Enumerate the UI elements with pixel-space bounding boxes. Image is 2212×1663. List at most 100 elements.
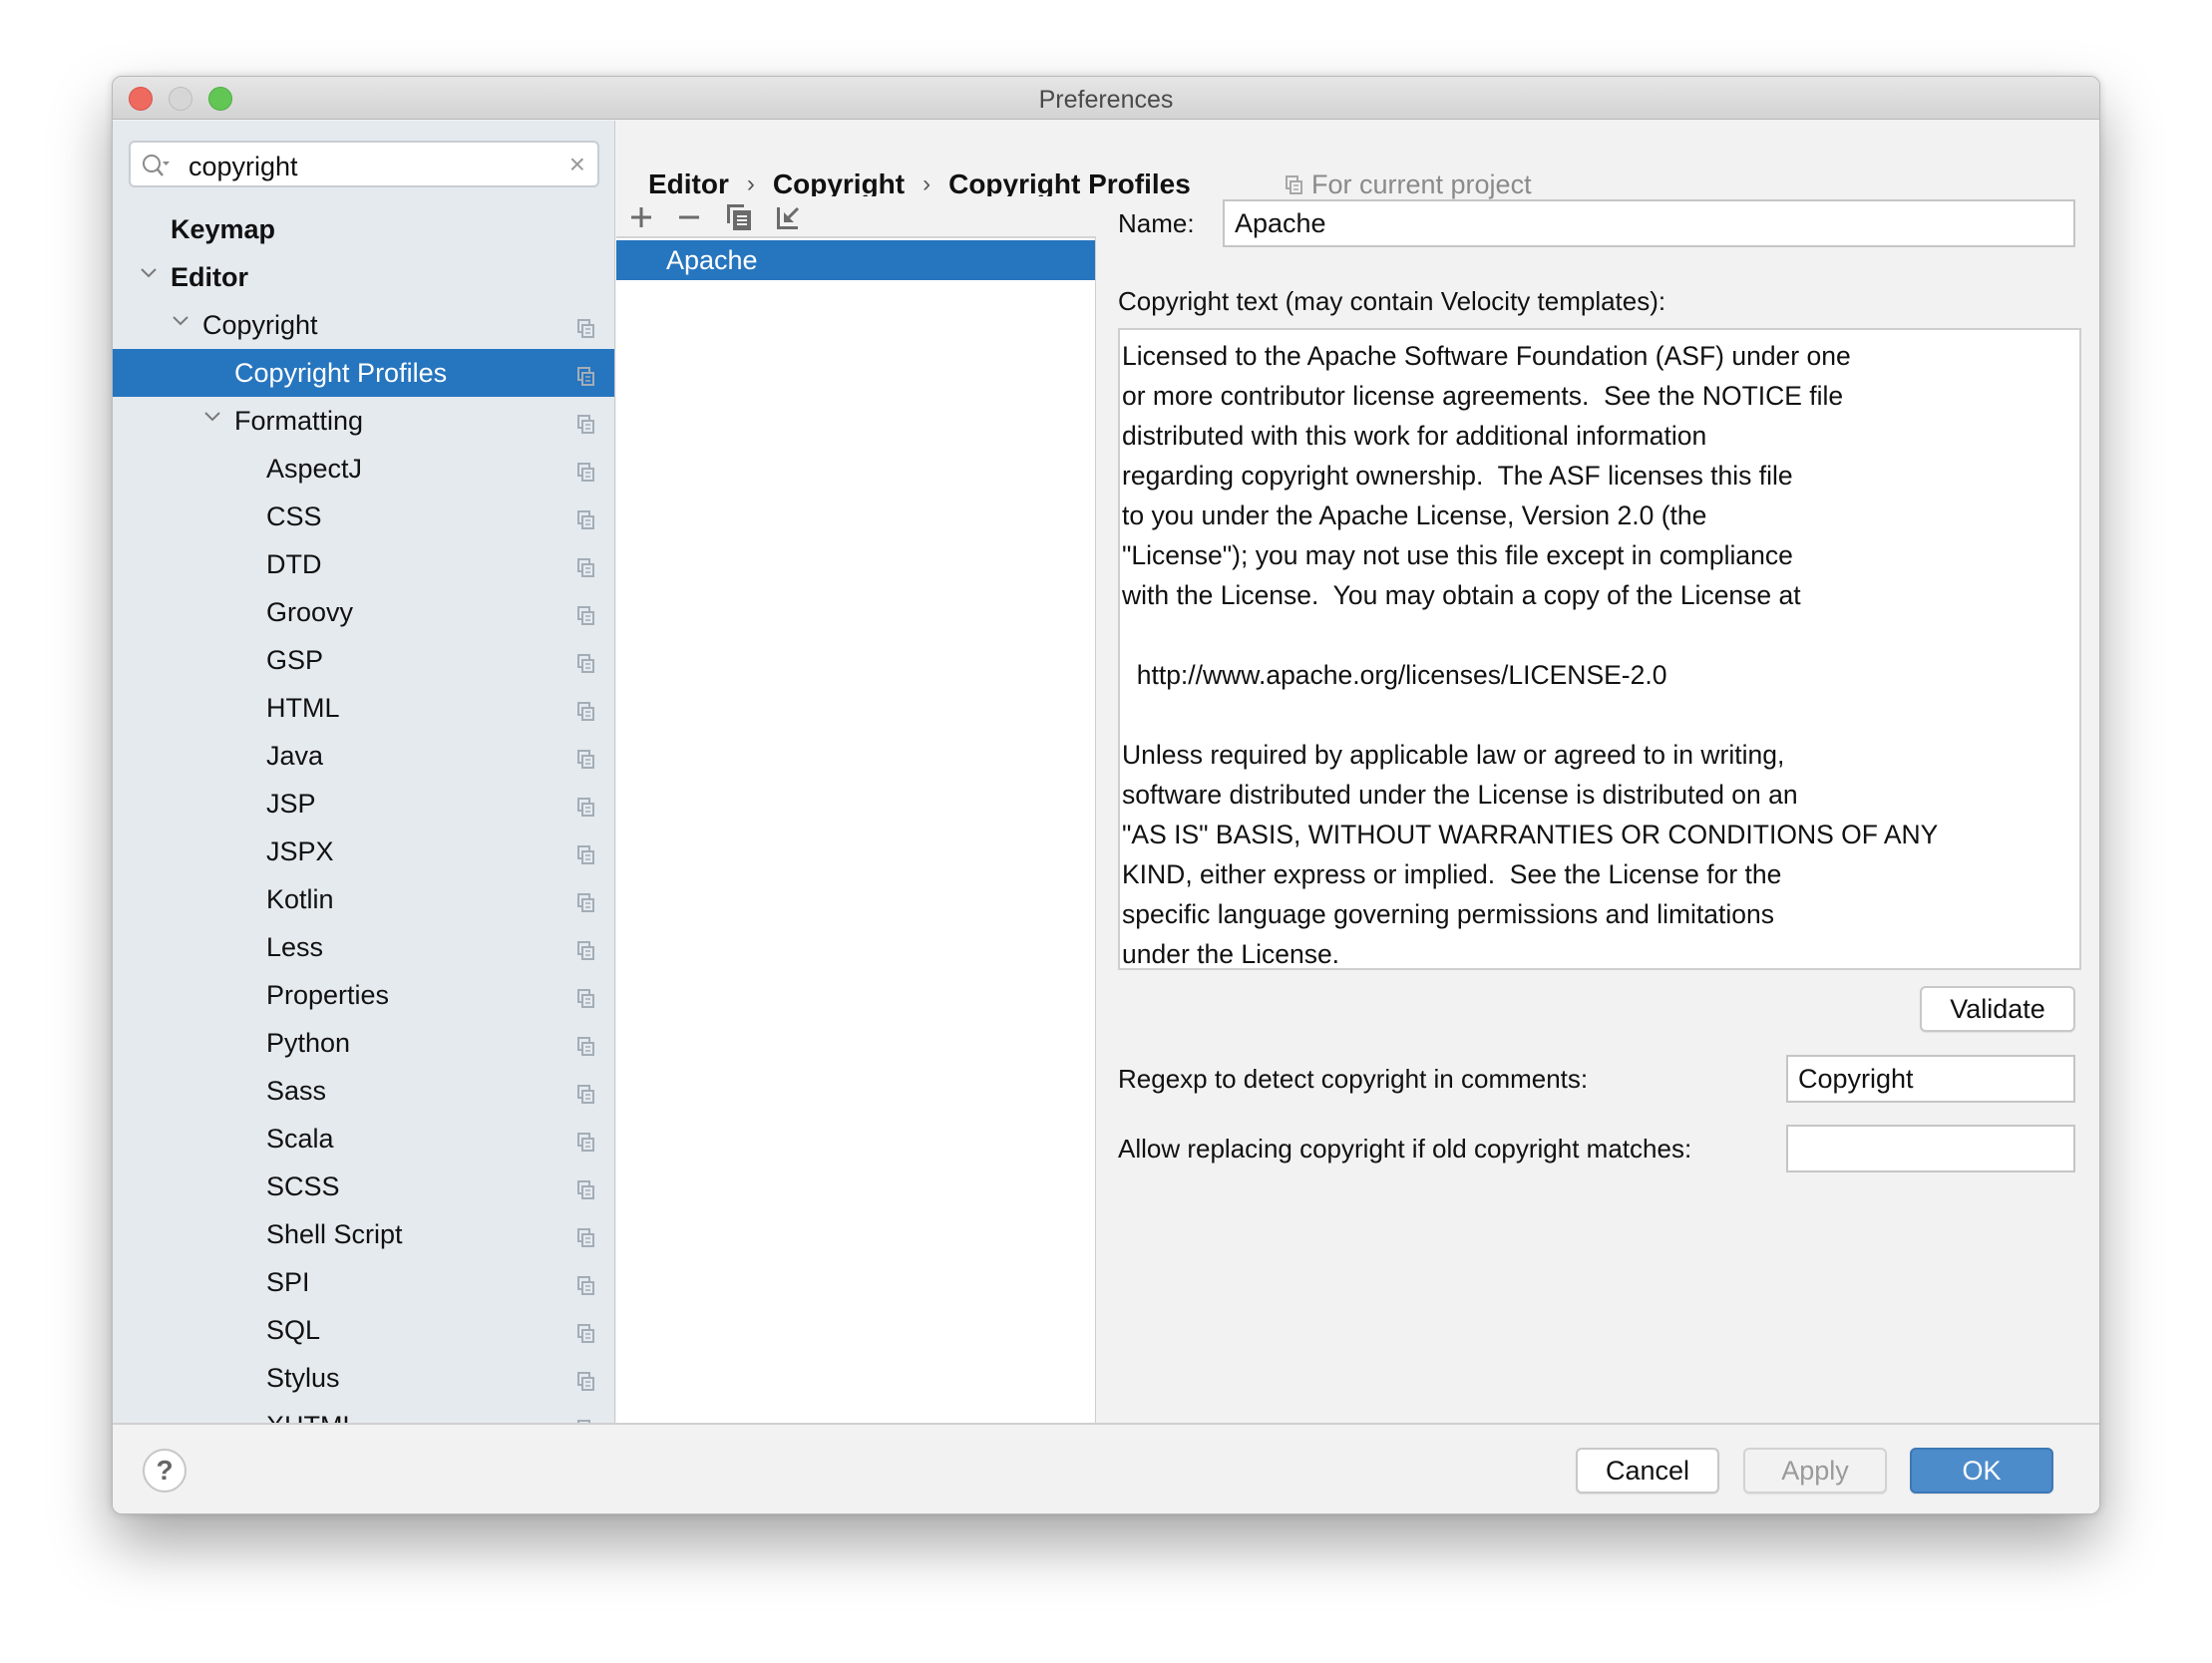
sidebar-item-label: Less: [266, 931, 324, 962]
remove-icon: [679, 215, 699, 219]
sidebar-item-label: AspectJ: [266, 453, 363, 484]
sidebar-item-label: Kotlin: [266, 883, 334, 914]
chevron-down-icon[interactable]: [139, 263, 159, 283]
sidebar-item-less[interactable]: Less: [113, 923, 614, 971]
sidebar-item-label: Sass: [266, 1075, 327, 1106]
add-profile-button[interactable]: [626, 202, 656, 232]
project-scope-icon: [577, 554, 595, 577]
regexp-input[interactable]: Copyright: [1786, 1055, 2075, 1103]
sidebar-item-shell-script[interactable]: Shell Script: [113, 1210, 614, 1258]
sidebar-item-formatting[interactable]: Formatting: [113, 397, 614, 445]
apply-button[interactable]: Apply: [1743, 1448, 1887, 1494]
search-icon[interactable]: [141, 153, 171, 178]
chevron-down-icon[interactable]: [202, 407, 222, 427]
profile-name-value: Apache: [1235, 207, 1326, 238]
dialog-footer: ? Cancel Apply OK: [113, 1423, 2099, 1513]
sidebar-item-label: Copyright: [202, 309, 318, 340]
project-scope-icon: [577, 459, 595, 482]
project-scope-icon: [577, 1081, 595, 1104]
copyright-text-label: Copyright text (may contain Velocity tem…: [1118, 286, 1666, 316]
settings-search-input[interactable]: copyright ×: [129, 141, 599, 187]
sidebar-item-dtd[interactable]: DTD: [113, 540, 614, 588]
sidebar-item-aspectj[interactable]: AspectJ: [113, 445, 614, 493]
project-scope-icon: [577, 889, 595, 912]
sidebar-item-jsp[interactable]: JSP: [113, 780, 614, 828]
profile-name-input[interactable]: Apache: [1223, 199, 2075, 247]
settings-tree: Keymap Editor Copyright Copyright Profiles F…: [113, 205, 614, 1424]
sidebar-item-spi[interactable]: SPI: [113, 1258, 614, 1306]
sidebar-item-label: Groovy: [266, 596, 354, 627]
sidebar-item-scala[interactable]: Scala: [113, 1115, 614, 1163]
sidebar-item-label: SPI: [266, 1266, 310, 1297]
import-icon: [777, 206, 800, 229]
sidebar-item-label: JSPX: [266, 835, 334, 866]
scope-hint-text: For current project: [1311, 169, 1532, 199]
project-scope-icon: [577, 1368, 595, 1391]
regexp-value: Copyright: [1798, 1063, 1914, 1094]
sidebar-item-label: GSP: [266, 644, 324, 675]
project-scope-icon: [577, 794, 595, 817]
regexp-label: Regexp to detect copyright in comments:: [1118, 1064, 1589, 1094]
sidebar-item-copyright-profiles[interactable]: Copyright Profiles: [113, 349, 614, 397]
sidebar-item-label: DTD: [266, 548, 322, 579]
project-scope-icon: [577, 602, 595, 625]
sidebar-item-keymap[interactable]: Keymap: [113, 205, 614, 253]
chevron-right-icon: ›: [746, 170, 755, 197]
sidebar-item-jspx[interactable]: JSPX: [113, 828, 614, 875]
profile-list-item[interactable]: Apache: [616, 240, 1095, 280]
sidebar-item-label: HTML: [266, 692, 340, 723]
help-button[interactable]: ?: [143, 1449, 186, 1493]
preferences-window: Preferences copyright × Keymap Editor Copy…: [112, 76, 2100, 1514]
sidebar-item-css[interactable]: CSS: [113, 493, 614, 540]
project-scope-icon: [577, 363, 595, 386]
copyright-text-area[interactable]: Licensed to the Apache Software Foundati…: [1118, 328, 2081, 970]
add-icon: [631, 207, 651, 227]
sidebar-item-properties[interactable]: Properties: [113, 971, 614, 1019]
project-scope-icon: [577, 698, 595, 721]
sidebar-item-copyright[interactable]: Copyright: [113, 301, 614, 349]
project-scope-icon: [577, 650, 595, 673]
project-scope-icon: [577, 1033, 595, 1056]
sidebar-item-label: SQL: [266, 1314, 321, 1345]
sidebar-item-label: Stylus: [266, 1362, 340, 1393]
sidebar-item-label: XHTML: [266, 1411, 358, 1424]
sidebar-item-java[interactable]: Java: [113, 732, 614, 780]
sidebar-item-sql[interactable]: SQL: [113, 1306, 614, 1354]
window-title: Preferences: [1038, 86, 1174, 114]
chevron-right-icon: ›: [922, 170, 931, 197]
sidebar-item-label: SCSS: [266, 1170, 340, 1201]
sidebar-item-label: Copyright Profiles: [234, 357, 448, 388]
project-scope-icon: [577, 937, 595, 960]
scope-hint: For current project: [1286, 169, 1532, 200]
ok-button[interactable]: OK: [1910, 1448, 2053, 1494]
sidebar-item-editor[interactable]: Editor: [113, 253, 614, 301]
remove-profile-button[interactable]: [674, 202, 704, 232]
replace-label: Allow replacing copyright if old copyrig…: [1118, 1134, 1692, 1164]
sidebar-item-label: Keymap: [171, 213, 276, 244]
sidebar-item-sass[interactable]: Sass: [113, 1067, 614, 1115]
sidebar-item-label: CSS: [266, 500, 322, 531]
cancel-button[interactable]: Cancel: [1576, 1448, 1719, 1494]
sidebar-item-groovy[interactable]: Groovy: [113, 588, 614, 636]
sidebar-item-xhtml[interactable]: XHTML: [113, 1402, 614, 1424]
project-scope-icon: [577, 1416, 595, 1423]
sidebar-item-label: JSP: [266, 788, 316, 819]
sidebar-item-gsp[interactable]: GSP: [113, 636, 614, 684]
sidebar-item-label: Formatting: [234, 405, 364, 436]
sidebar-item-stylus[interactable]: Stylus: [113, 1354, 614, 1402]
clear-search-icon[interactable]: ×: [569, 149, 585, 180]
sidebar-item-kotlin[interactable]: Kotlin: [113, 875, 614, 923]
replace-regexp-input[interactable]: [1786, 1125, 2075, 1172]
sidebar-item-python[interactable]: Python: [113, 1019, 614, 1067]
import-profile-button[interactable]: [774, 202, 804, 232]
project-scope-icon: [577, 841, 595, 864]
sidebar-item-scss[interactable]: SCSS: [113, 1163, 614, 1210]
copy-profile-button[interactable]: [724, 202, 754, 232]
sidebar-item-label: Scala: [266, 1123, 334, 1154]
chevron-down-icon[interactable]: [171, 311, 190, 331]
project-scope-icon: [577, 985, 595, 1008]
sidebar-item-html[interactable]: HTML: [113, 684, 614, 732]
copy-icon: [727, 204, 751, 230]
project-scope-icon: [1286, 174, 1302, 194]
validate-button[interactable]: Validate: [1920, 986, 2075, 1032]
